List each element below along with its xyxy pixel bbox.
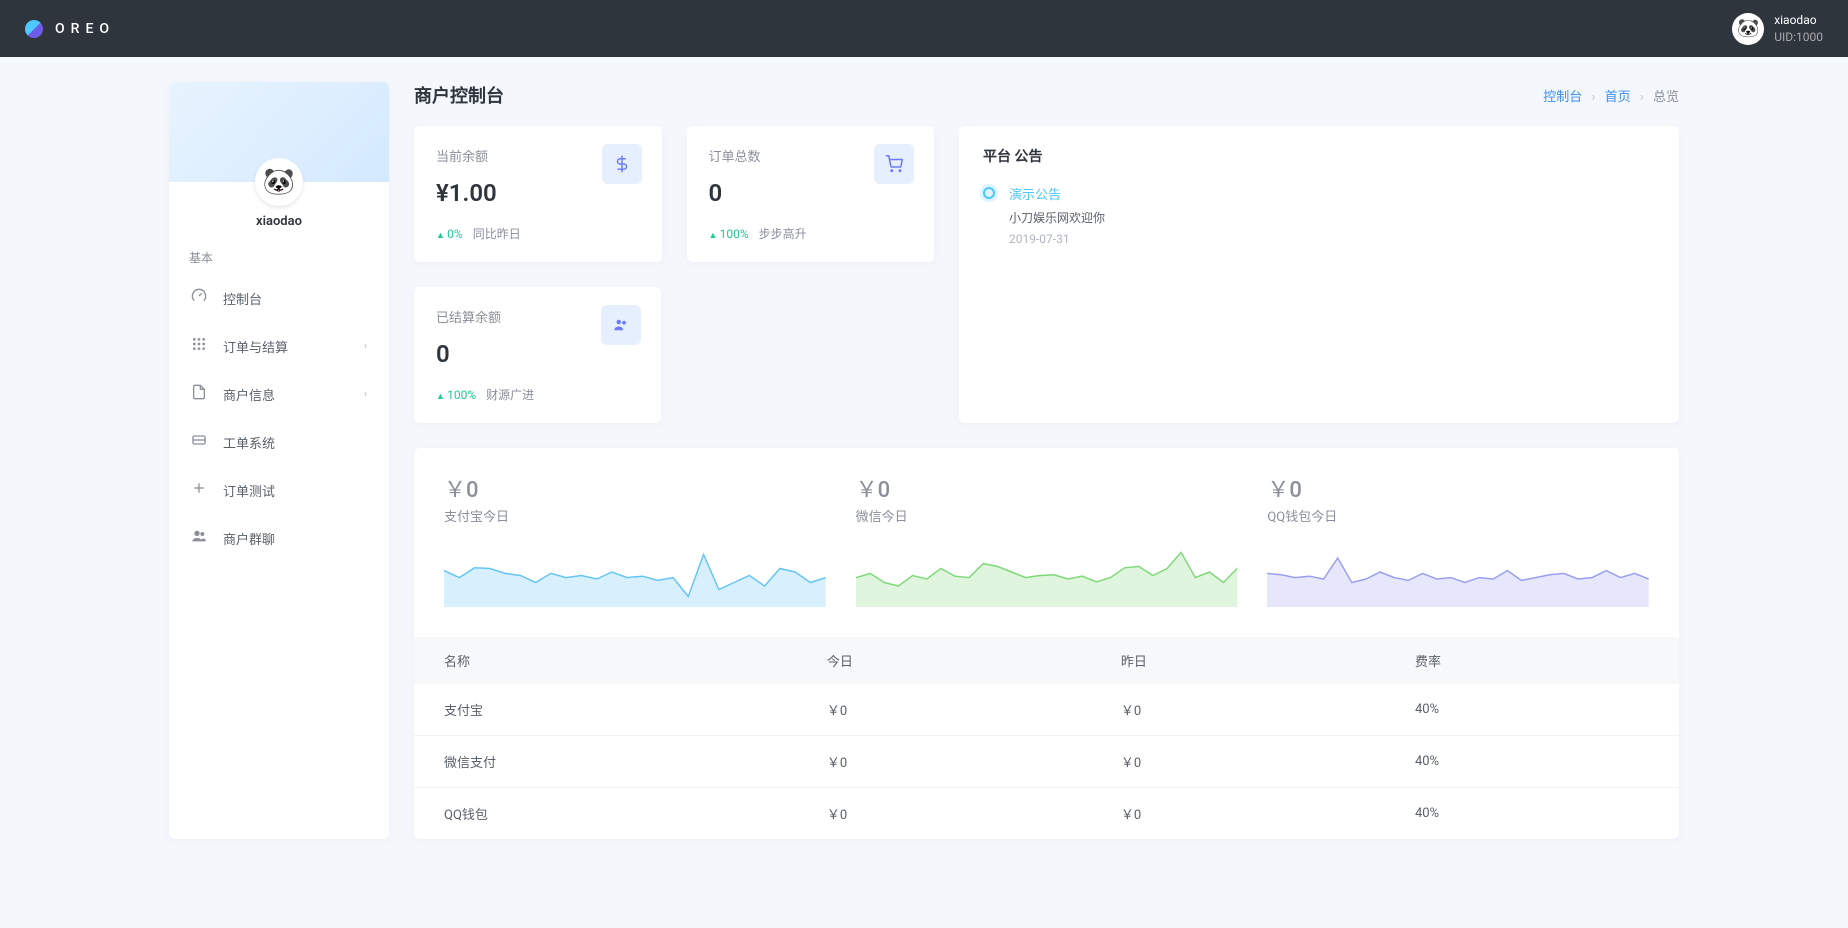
navbar: OREO 🐼 xiaodao UID:1000	[0, 0, 1848, 57]
announce-title: 平台 公告	[983, 146, 1655, 166]
chart-value: ￥0	[1267, 472, 1649, 504]
announce-card: 平台 公告 演示公告 小刀娱乐网欢迎你 2019-07-31	[959, 126, 1679, 423]
chevron-right-icon: ›	[364, 341, 367, 352]
table-cell: 40%	[1385, 684, 1679, 736]
user-info: xiaodao UID:1000	[1774, 12, 1823, 46]
sidebar-item-test[interactable]: 订单测试	[169, 466, 389, 514]
table-cell: ￥0	[797, 736, 1091, 788]
announce-item-desc: 小刀娱乐网欢迎你	[1009, 209, 1105, 226]
sidebar-item-chat[interactable]: 商户群聊	[169, 514, 389, 562]
chart-label: 微信今日	[856, 506, 1238, 525]
user-name: xiaodao	[1774, 12, 1823, 29]
sidebar-item-merchant[interactable]: 商户信息 ›	[169, 370, 389, 418]
sidebar-item-label: 工单系统	[223, 433, 275, 452]
chart-label: QQ钱包今日	[1267, 506, 1649, 525]
sidebar: 🐼 xiaodao 基本 控制台 订单与结算 › 商户信息 ›	[169, 82, 389, 839]
sidebar-item-label: 商户群聊	[223, 529, 275, 548]
ticket-icon	[191, 432, 209, 452]
table-cell: 40%	[1385, 736, 1679, 788]
sidebar-item-label: 商户信息	[223, 385, 275, 404]
table-cell: ￥0	[1091, 788, 1385, 840]
stat-card-settled: 已结算余额 0 100% 财源广进	[414, 287, 661, 423]
stat-card-orders: 订单总数 0 100% 步步高升	[687, 126, 935, 262]
sidebar-item-dashboard[interactable]: 控制台	[169, 274, 389, 322]
brand[interactable]: OREO	[25, 20, 115, 38]
cart-icon	[874, 144, 914, 184]
th-name: 名称	[414, 637, 797, 684]
breadcrumb-link[interactable]: 首页	[1605, 90, 1631, 105]
table-cell: 40%	[1385, 788, 1679, 840]
stat-sub: 同比昨日	[473, 225, 521, 242]
area-chart	[1267, 537, 1649, 607]
th-rate: 费率	[1385, 637, 1679, 684]
sidebar-section-label: 基本	[169, 229, 389, 274]
chart-qq: ￥0 QQ钱包今日	[1267, 472, 1649, 607]
user-uid: UID:1000	[1774, 29, 1823, 46]
brand-icon	[25, 20, 43, 38]
sidebar-header: 🐼	[169, 82, 389, 182]
dollar-icon	[602, 144, 642, 184]
breadcrumb: 控制台 › 首页 › 总览	[1543, 86, 1679, 105]
users-icon	[601, 305, 641, 345]
area-chart	[444, 537, 826, 607]
stat-pct: 100%	[436, 388, 476, 402]
table-header-row: 名称 今日 昨日 费率	[414, 637, 1679, 684]
announce-item-date: 2019-07-31	[1009, 232, 1105, 246]
table-cell: ￥0	[797, 788, 1091, 840]
chevron-right-icon: ›	[364, 389, 367, 400]
flask-icon	[191, 480, 209, 500]
chart-label: 支付宝今日	[444, 506, 826, 525]
payment-table: 名称 今日 昨日 费率 支付宝￥0￥040%微信支付￥0￥040%QQ钱包￥0￥…	[414, 637, 1679, 839]
breadcrumb-current: 总览	[1653, 90, 1679, 105]
sidebar-item-label: 订单与结算	[223, 337, 288, 356]
file-icon	[191, 384, 209, 404]
stat-sub: 财源广进	[486, 386, 534, 403]
chart-value: ￥0	[444, 472, 826, 504]
area-chart	[856, 537, 1238, 607]
page-header: 商户控制台 控制台 › 首页 › 总览	[414, 82, 1679, 108]
breadcrumb-sep: ›	[1640, 90, 1644, 105]
breadcrumb-sep: ›	[1591, 90, 1595, 105]
sidebar-item-orders[interactable]: 订单与结算 ›	[169, 322, 389, 370]
avatar: 🐼	[1732, 13, 1764, 45]
sidebar-item-ticket[interactable]: 工单系统	[169, 418, 389, 466]
breadcrumb-link[interactable]: 控制台	[1543, 90, 1582, 105]
stat-pct: 0%	[436, 227, 463, 241]
timeline-dot-icon	[983, 187, 995, 199]
chart-value: ￥0	[856, 472, 1238, 504]
table-row: 支付宝￥0￥040%	[414, 684, 1679, 736]
table-row: 微信支付￥0￥040%	[414, 736, 1679, 788]
table-cell: QQ钱包	[414, 788, 797, 840]
stat-sub: 步步高升	[759, 225, 807, 242]
page-title: 商户控制台	[414, 82, 504, 108]
chart-wechat: ￥0 微信今日	[856, 472, 1238, 607]
brand-text: OREO	[55, 21, 115, 37]
sidebar-username: xiaodao	[169, 214, 389, 229]
announce-item-title[interactable]: 演示公告	[1009, 184, 1105, 203]
charts-card: ￥0 支付宝今日 ￥0 微信今日 ￥0 QQ钱包今日	[414, 448, 1679, 839]
gauge-icon	[191, 288, 209, 308]
table-cell: ￥0	[1091, 684, 1385, 736]
sidebar-item-label: 订单测试	[223, 481, 275, 500]
users-icon	[191, 528, 209, 548]
stat-card-balance: 当前余额 ¥1.00 0% 同比昨日	[414, 126, 662, 262]
stat-pct: 100%	[709, 227, 749, 241]
th-today: 今日	[797, 637, 1091, 684]
sidebar-avatar[interactable]: 🐼	[255, 158, 303, 206]
table-cell: ￥0	[797, 684, 1091, 736]
th-yesterday: 昨日	[1091, 637, 1385, 684]
table-row: QQ钱包￥0￥040%	[414, 788, 1679, 840]
table-cell: 支付宝	[414, 684, 797, 736]
table-cell: ￥0	[1091, 736, 1385, 788]
grid-icon	[191, 336, 209, 356]
table-cell: 微信支付	[414, 736, 797, 788]
sidebar-item-label: 控制台	[223, 289, 262, 308]
nav-user[interactable]: 🐼 xiaodao UID:1000	[1732, 12, 1823, 46]
content: 商户控制台 控制台 › 首页 › 总览 当前余额 ¥1.00	[414, 82, 1679, 839]
chart-alipay: ￥0 支付宝今日	[444, 472, 826, 607]
timeline-item: 演示公告 小刀娱乐网欢迎你 2019-07-31	[983, 184, 1655, 246]
